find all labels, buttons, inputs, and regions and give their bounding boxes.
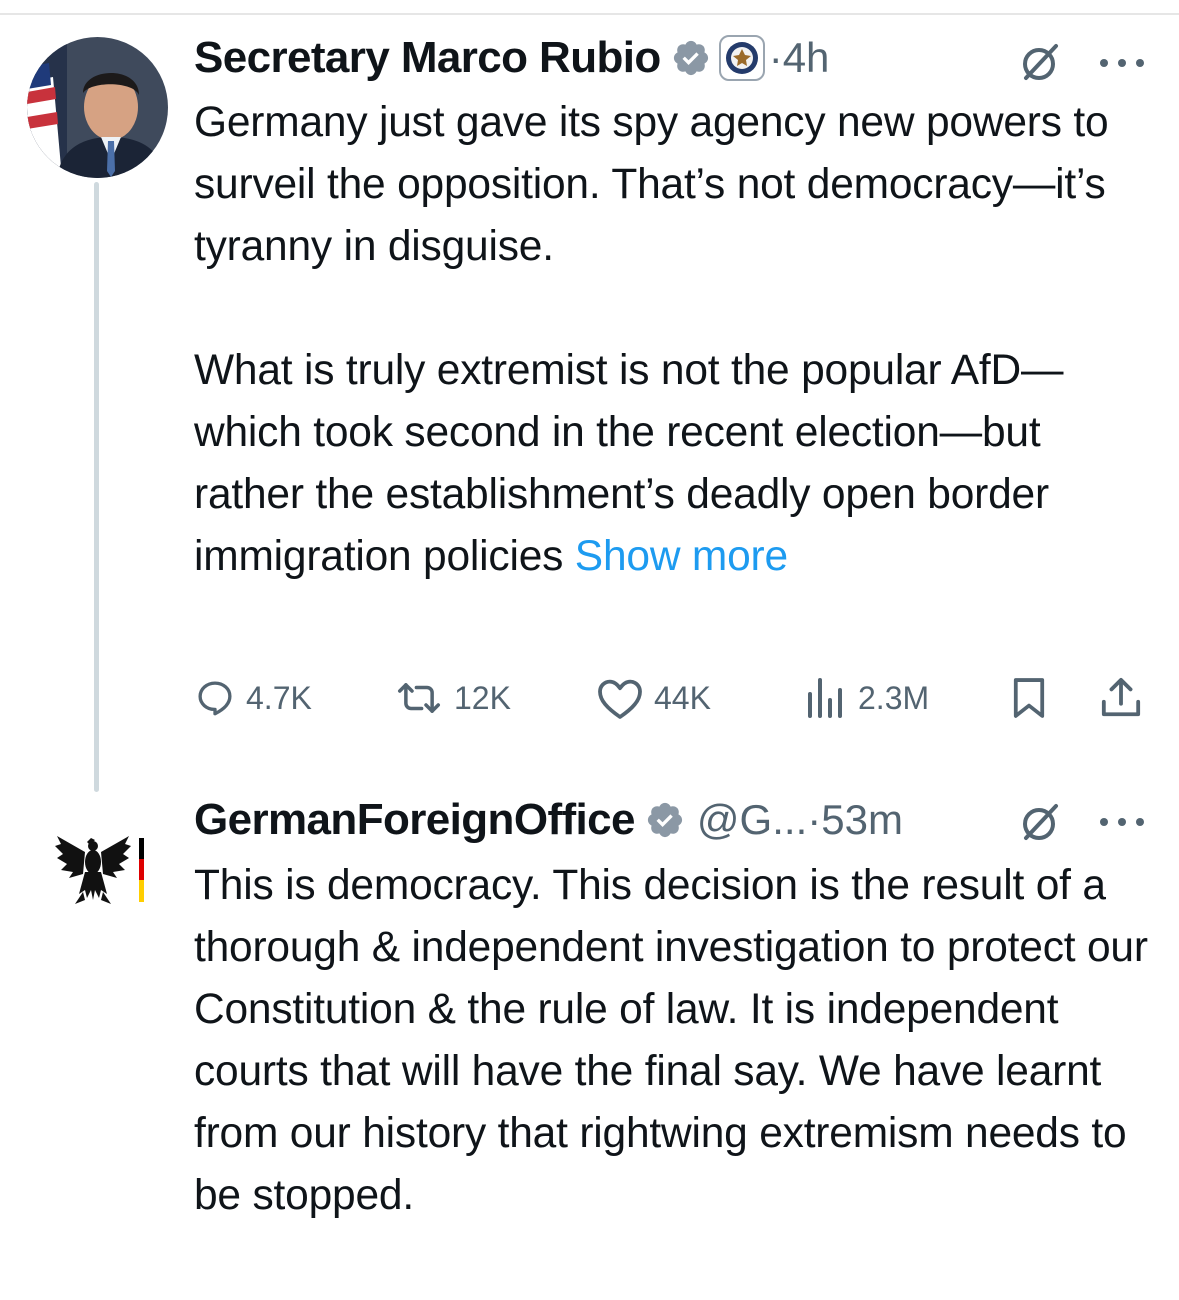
verified-badge-icon bbox=[645, 800, 685, 840]
share-icon bbox=[1101, 677, 1141, 717]
views-icon bbox=[808, 678, 842, 718]
tweet-paragraph: What is truly extremist is not the popul… bbox=[194, 340, 1154, 588]
thread-line bbox=[94, 182, 99, 792]
like-count: 44K bbox=[654, 679, 711, 716]
bookmark-button[interactable] bbox=[1012, 668, 1046, 728]
author-handle[interactable]: @G... bbox=[697, 796, 807, 844]
tweet-1-header: Secretary Marco Rubio · 4h bbox=[194, 30, 829, 86]
top-divider bbox=[0, 13, 1179, 15]
separator-dot: · bbox=[768, 34, 783, 81]
tweet-paragraph: Germany just gave its spy agency new pow… bbox=[194, 99, 1109, 270]
tweet-1-body: Germany just gave its spy agency new pow… bbox=[194, 92, 1154, 588]
reply-icon bbox=[198, 681, 232, 716]
state-department-seal-icon bbox=[718, 35, 765, 81]
reply-count: 4.7K bbox=[246, 679, 312, 716]
reply-button[interactable]: 4.7K bbox=[194, 668, 312, 728]
grok-icon[interactable] bbox=[1018, 40, 1062, 89]
like-icon bbox=[598, 679, 642, 719]
repost-button[interactable]: 12K bbox=[394, 668, 511, 728]
separator-dot: · bbox=[807, 796, 822, 843]
tweet-1-actions: 4.7K 12K 44K 2.3M bbox=[194, 668, 1154, 728]
federal-eagle-flag-logo[interactable] bbox=[55, 832, 151, 913]
bookmark-icon bbox=[1013, 678, 1045, 718]
timestamp[interactable]: 4h bbox=[783, 34, 830, 82]
like-button[interactable]: 44K bbox=[596, 668, 711, 728]
avatar-marco-rubio[interactable] bbox=[27, 37, 168, 178]
share-button[interactable] bbox=[1100, 668, 1142, 728]
timestamp[interactable]: 53m bbox=[821, 796, 903, 844]
author-name[interactable]: Secretary Marco Rubio bbox=[194, 33, 661, 83]
views-count: 2.3M bbox=[858, 679, 930, 716]
tweet-paragraph: This is democracy. This decision is the … bbox=[194, 862, 1148, 1219]
more-options-icon[interactable] bbox=[1098, 815, 1146, 833]
tweet-2-body: This is democracy. This decision is the … bbox=[194, 855, 1154, 1227]
views-button[interactable]: 2.3M bbox=[804, 668, 929, 728]
grok-icon[interactable] bbox=[1018, 800, 1062, 849]
author-name[interactable]: GermanForeignOffice bbox=[194, 795, 636, 845]
show-more-link[interactable]: Show more bbox=[575, 533, 788, 580]
repost-icon bbox=[398, 683, 440, 713]
repost-count: 12K bbox=[454, 679, 511, 716]
tweet-2-header: GermanForeignOffice @G... · 53m bbox=[194, 792, 903, 848]
more-options-icon[interactable] bbox=[1098, 56, 1146, 74]
verified-badge-icon bbox=[671, 38, 711, 78]
